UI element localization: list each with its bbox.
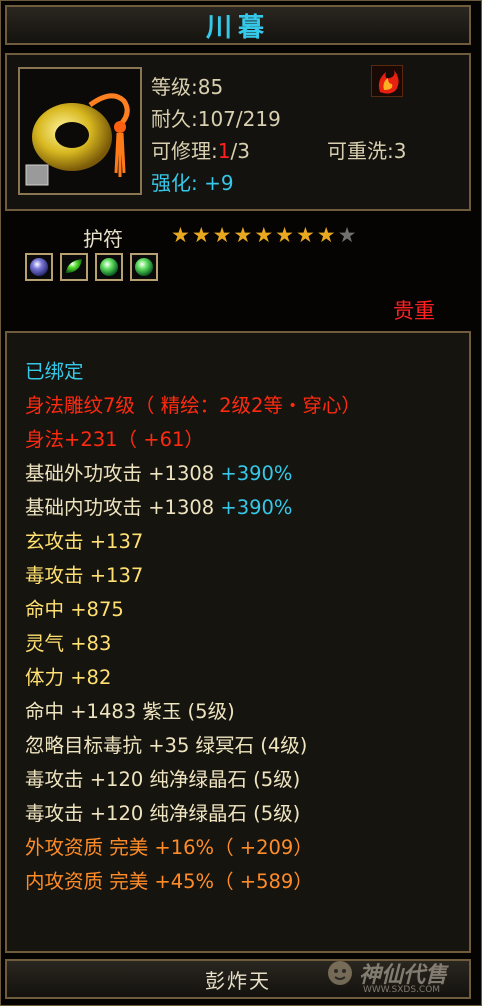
watermark: 神仙代售 WWW.SXDS.COM xyxy=(325,957,447,995)
attribute-text: 玄攻击 +137 xyxy=(25,530,144,553)
attribute-text: 基础外功攻击 +1308 xyxy=(25,462,215,485)
attribute-text: 毒攻击 +120 纯净绿晶石 (5级) xyxy=(25,768,301,791)
attribute-bonus: +390% xyxy=(214,462,293,485)
attribute-line: 灵气 +83 xyxy=(25,627,111,656)
item-tooltip: 川暮 等级:85 耐久:107/219 可修理:1/3 可重洗:3 强化: +9… xyxy=(0,0,482,1006)
purple-gem-icon[interactable] xyxy=(25,253,53,281)
item-icon[interactable] xyxy=(18,67,142,195)
attribute-text: 已绑定 xyxy=(25,360,84,383)
owner-name: 彭炸天 xyxy=(205,968,271,993)
attribute-line: 毒攻击 +120 纯净绿晶石 (5级) xyxy=(25,763,300,792)
star-filled-icon: ★ xyxy=(171,223,190,247)
item-durability: 耐久:107/219 xyxy=(151,107,281,131)
item-repair: 可修理:1/3 xyxy=(151,135,250,164)
mascot-logo-icon xyxy=(328,961,352,985)
watermark-url: WWW.SXDS.COM xyxy=(363,985,441,995)
item-enhance: 强化: +9 xyxy=(151,171,234,195)
star-empty-icon: ★ xyxy=(337,223,357,247)
star-filled-icon: ★ xyxy=(191,223,211,247)
attribute-text: 命中 +875 xyxy=(25,598,124,621)
attribute-text: 外攻资质 完美 +16%（ +209） xyxy=(25,836,313,859)
star-rating: ★ ★ ★ ★ ★ ★ ★ ★ ★ xyxy=(171,225,356,246)
attribute-line: 命中 +1483 紫玉 (5级) xyxy=(25,695,235,724)
attribute-text: 命中 +1483 紫玉 (5级) xyxy=(25,700,235,723)
item-name: 川暮 xyxy=(205,12,270,43)
attribute-line: 内攻资质 完美 +45%（ +589） xyxy=(25,865,313,894)
attribute-line: 毒攻击 +137 xyxy=(25,559,143,588)
attribute-line: 基础外功攻击 +1308 +390% xyxy=(25,457,292,486)
repair-label: 可修理: xyxy=(151,139,218,163)
item-summary-panel: 等级:85 耐久:107/219 可修理:1/3 可重洗:3 强化: +9 xyxy=(5,53,471,211)
star-filled-icon: ★ xyxy=(233,223,253,247)
attribute-line: 命中 +875 xyxy=(25,593,124,622)
star-filled-icon: ★ xyxy=(212,223,232,247)
green-leaf-gem-icon[interactable] xyxy=(60,253,88,281)
charm-label: 护符 xyxy=(83,227,123,251)
repair-total: /3 xyxy=(230,139,250,163)
attribute-text: 身法雕纹7级（ 精绘：2级2等・穿心） xyxy=(25,394,361,417)
attribute-text: 忽略目标毒抗 +35 绿冥石 (4级) xyxy=(25,734,308,757)
star-filled-icon: ★ xyxy=(316,223,336,247)
attribute-bonus: +390% xyxy=(214,496,293,519)
attribute-text: 毒攻击 +137 xyxy=(25,564,144,587)
attribute-panel: 已绑定身法雕纹7级（ 精绘：2级2等・穿心） 身法+231（ +61） 基础外功攻击… xyxy=(5,331,471,953)
item-title-bar: 川暮 xyxy=(5,5,471,45)
gem-slots xyxy=(25,253,158,281)
star-filled-icon: ★ xyxy=(275,223,294,247)
attribute-line: 外攻资质 完美 +16%（ +209） xyxy=(25,831,313,860)
green-gem-icon[interactable] xyxy=(95,253,123,281)
attribute-line: 基础内功攻击 +1308 +390% xyxy=(25,491,292,520)
attribute-line: 已绑定 xyxy=(25,355,84,384)
item-rewash: 可重洗:3 xyxy=(327,139,407,163)
attribute-line: 身法雕纹7级（ 精绘：2级2等・穿心） xyxy=(25,389,361,418)
flame-badge-icon xyxy=(371,65,403,97)
attribute-line: 体力 +82 xyxy=(25,661,111,690)
green-gem-icon[interactable] xyxy=(130,253,158,281)
attribute-text: 基础内功攻击 +1308 xyxy=(25,496,215,519)
repair-used: 1 xyxy=(217,139,231,163)
rarity-label: 贵重 xyxy=(393,299,435,323)
attribute-line: 忽略目标毒抗 +35 绿冥石 (4级) xyxy=(25,729,307,758)
attribute-line: 玄攻击 +137 xyxy=(25,525,143,554)
attribute-line: 毒攻击 +120 纯净绿晶石 (5级) xyxy=(25,797,300,826)
attribute-text: 内攻资质 完美 +45%（ +589） xyxy=(25,870,313,893)
attribute-line: 身法+231（ +61） xyxy=(25,423,204,452)
item-level: 等级:85 xyxy=(151,75,224,99)
attribute-text: 灵气 +83 xyxy=(25,632,112,655)
attribute-text: 身法+231（ +61） xyxy=(25,428,204,451)
star-filled-icon: ★ xyxy=(295,223,315,247)
star-filled-icon: ★ xyxy=(254,223,274,247)
jade-ring-icon xyxy=(25,93,130,186)
attribute-text: 毒攻击 +120 纯净绿晶石 (5级) xyxy=(25,802,301,825)
attribute-text: 体力 +82 xyxy=(25,666,112,689)
